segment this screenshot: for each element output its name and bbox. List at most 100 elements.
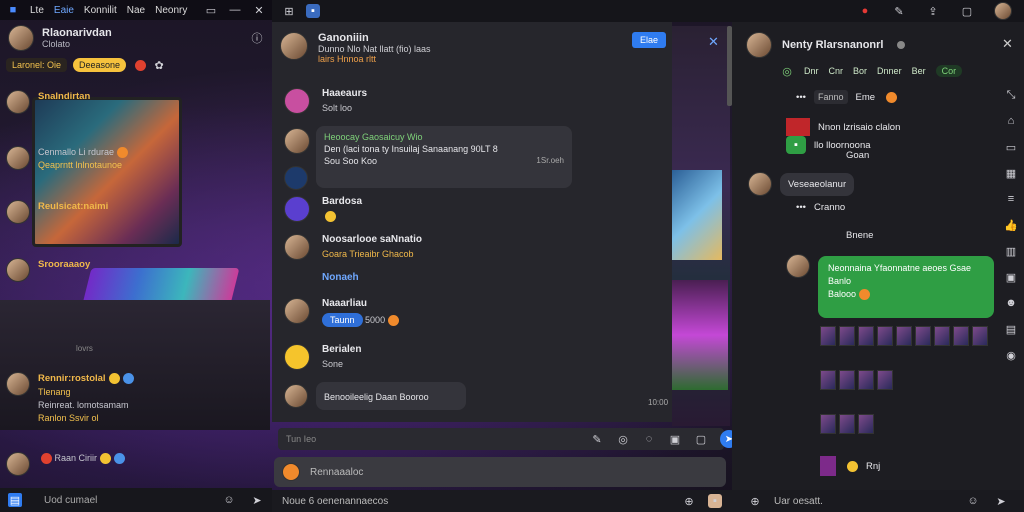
secondary-input-bar[interactable]: Rennaaaloc <box>274 457 726 487</box>
list-item[interactable]: Berialen Sone <box>284 344 361 370</box>
menu-item[interactable]: Konnilit <box>84 5 117 16</box>
add-icon[interactable]: ⊕ <box>748 494 762 508</box>
gallery-thumbnail[interactable] <box>934 326 950 346</box>
gallery-thumbnail[interactable] <box>839 326 855 346</box>
list-item[interactable]: ••• Cranno <box>796 202 845 213</box>
avatar[interactable] <box>8 25 34 51</box>
gallery-thumbnail[interactable] <box>858 414 874 434</box>
list-item[interactable]: Cenmallo Li rdurae Qeaprntt lnlnotaunoe <box>6 146 129 172</box>
image-icon[interactable]: ▣ <box>668 432 682 446</box>
tag-icon[interactable]: ⌂ <box>1004 114 1018 128</box>
gallery-thumbnail[interactable] <box>858 370 874 390</box>
gallery-thumbnail[interactable] <box>839 414 855 434</box>
send-icon[interactable]: ➤ <box>994 494 1008 508</box>
list-icon[interactable]: ≡ <box>1004 192 1018 206</box>
status-pill[interactable]: Laronel: Oie <box>6 58 68 72</box>
list-item[interactable]: Veseaeolanur <box>748 172 855 196</box>
gallery-thumbnail[interactable] <box>820 370 836 390</box>
gallery-thumbnail[interactable] <box>877 326 893 346</box>
circle-check-icon[interactable]: ◎ <box>780 64 794 78</box>
menu-item[interactable]: Nae <box>127 5 145 16</box>
share-icon[interactable]: ⇪ <box>926 4 940 18</box>
menu-item[interactable]: Lte <box>30 5 44 16</box>
calendar-icon[interactable]: ▦ <box>1004 166 1018 180</box>
status-pill[interactable]: Deeasone <box>73 58 127 72</box>
list-item[interactable]: Snalndirtan <box>6 90 90 114</box>
gallery-thumbnail[interactable] <box>839 370 855 390</box>
primary-button[interactable]: Elae <box>632 32 667 48</box>
list-item[interactable]: Rennir:rostolal Tlenang Reinreat. lomots… <box>6 372 134 425</box>
more-icon[interactable]: ••• <box>796 202 806 213</box>
avatar[interactable] <box>746 32 772 58</box>
send-icon[interactable]: ➤ <box>250 493 264 507</box>
crop-icon[interactable]: ⤡ <box>1004 88 1018 102</box>
gallery-thumbnail[interactable] <box>896 326 912 346</box>
notification-icon[interactable]: ▢ <box>960 4 974 18</box>
grid-icon[interactable]: ⊞ <box>282 4 296 18</box>
tab[interactable]: Dnner <box>877 66 902 76</box>
like-icon[interactable]: 👍 <box>1004 218 1018 232</box>
gallery-thumbnail[interactable] <box>858 326 874 346</box>
avatar[interactable] <box>280 32 308 60</box>
list-item[interactable]: ••• Fanno Eme <box>796 90 898 104</box>
folder-icon[interactable]: ▤ <box>1004 322 1018 336</box>
gallery-thumbnail[interactable] <box>915 326 931 346</box>
message-bubble[interactable]: Veseaeolanur <box>780 172 855 196</box>
settings-icon[interactable]: ✿ <box>152 58 166 72</box>
green-tag-icon[interactable]: ▪ <box>786 136 806 154</box>
chat-icon[interactable]: ▪ <box>306 4 320 18</box>
add-icon[interactable]: ⊕ <box>682 494 696 508</box>
list-item[interactable]: Srooraaaoy <box>6 258 90 282</box>
close-icon[interactable]: ✕ <box>252 3 266 17</box>
tab[interactable]: Cnr <box>829 66 844 76</box>
list-item[interactable]: Reulsicat:naimi <box>6 200 108 224</box>
emoji-button-icon[interactable]: ☺ <box>222 493 236 507</box>
chart-icon[interactable]: ▥ <box>1004 244 1018 258</box>
message-bubble-outgoing[interactable]: Neonnaina Yfaonnatne aeoes Gsae Banlo Ba… <box>818 256 994 318</box>
image-gallery[interactable] <box>820 370 893 390</box>
image-gallery[interactable] <box>820 326 988 346</box>
tab[interactable]: Cor <box>935 65 963 77</box>
list-item[interactable]: Raan Ciriir <box>6 452 126 476</box>
reaction-icon[interactable]: ☻ <box>1004 296 1018 310</box>
list-item[interactable] <box>284 128 310 154</box>
record-icon[interactable]: ● <box>858 4 872 18</box>
menu-item[interactable]: Eaie <box>54 5 74 16</box>
window-icon[interactable]: ▭ <box>204 3 218 17</box>
sticker-icon[interactable]: ◉ <box>1004 348 1018 362</box>
list-item[interactable]: Bardosa <box>284 196 362 223</box>
gallery-thumbnail[interactable] <box>972 326 988 346</box>
list-item[interactable]: Noosarlooe saNnatio Goara Trieaibr Ghaco… <box>284 234 422 260</box>
gallery-thumbnail[interactable] <box>820 414 836 434</box>
note-icon[interactable]: ▭ <box>1004 140 1018 154</box>
app-icon[interactable]: ■ <box>6 3 20 17</box>
close-icon[interactable]: ✕ <box>708 34 719 50</box>
message-bubble[interactable]: Heoocay Gaosaicuy Wio Den (laci tona ty … <box>316 126 572 188</box>
list-item[interactable] <box>284 384 308 408</box>
list-item[interactable] <box>284 166 308 190</box>
camera-icon[interactable]: ◎ <box>616 432 630 446</box>
footer-input[interactable]: Uar oesatt. <box>774 496 823 507</box>
menu-item[interactable]: Neonry <box>155 5 187 16</box>
minimize-icon[interactable]: — <box>228 3 242 17</box>
list-item[interactable] <box>786 254 810 278</box>
list-item[interactable]: Haaeaurs Solt loo <box>284 88 367 114</box>
list-item[interactable]: Goan <box>846 150 869 161</box>
list-item[interactable]: Bnene <box>846 230 873 241</box>
user-avatar[interactable] <box>994 2 1012 20</box>
tab[interactable]: Dnr <box>804 66 819 76</box>
emoji-button-icon[interactable]: ☺ <box>966 494 980 508</box>
gallery-icon[interactable]: ▣ <box>1004 270 1018 284</box>
list-item[interactable]: Naaarliau Taunn 5000 <box>284 298 400 327</box>
tab[interactable]: Ber <box>912 66 926 76</box>
more-icon[interactable]: ••• <box>796 92 806 103</box>
gallery-thumbnail[interactable] <box>820 326 836 346</box>
gallery-thumbnail[interactable] <box>953 326 969 346</box>
message-bubble[interactable]: Benooileelig Daan Booroo <box>316 382 466 410</box>
close-icon[interactable]: ✕ <box>1002 36 1013 52</box>
footer-input[interactable]: Uod cumael <box>44 495 97 506</box>
pen-icon[interactable]: ✎ <box>590 432 604 446</box>
pen-icon[interactable]: ✎ <box>892 4 906 18</box>
gallery-icon[interactable]: ▢ <box>694 432 708 446</box>
gallery-thumbnail[interactable] <box>877 370 893 390</box>
